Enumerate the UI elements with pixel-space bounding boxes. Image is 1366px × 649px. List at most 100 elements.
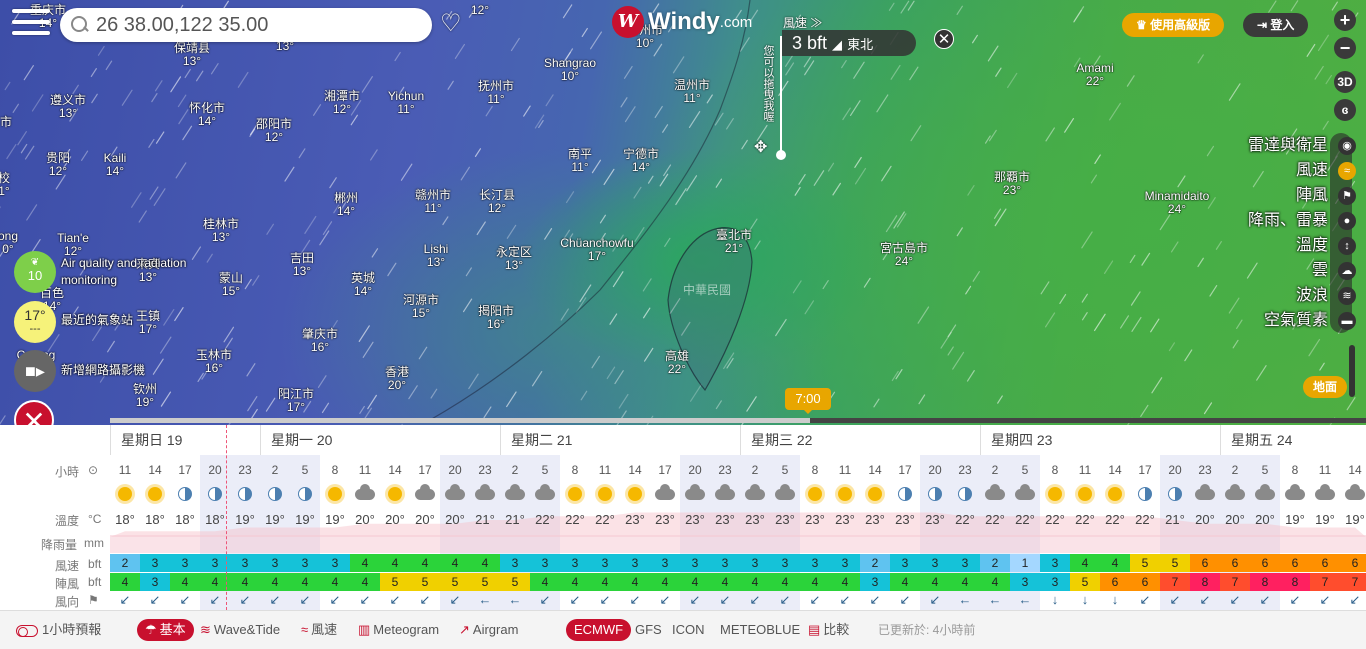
layer-item[interactable]: 陣風 ⚑ xyxy=(1226,183,1366,208)
layer-scrollbar[interactable] xyxy=(1349,345,1355,397)
city-label[interactable]: 12° xyxy=(471,4,489,17)
layer-item[interactable]: 波浪 ≋ xyxy=(1226,283,1366,308)
direction-cell: ← xyxy=(988,592,1002,607)
wind-cell: 4 xyxy=(350,554,380,572)
city-label[interactable]: 温州市 11° xyxy=(674,79,710,105)
city-label[interactable]: 英城 14° xyxy=(351,272,375,298)
city-label[interactable]: 揭阳市 16° xyxy=(478,305,514,331)
city-label[interactable]: 蒙山 15° xyxy=(219,272,243,298)
city-label[interactable]: 香港 20° xyxy=(385,366,409,392)
rain-unit[interactable]: mm xyxy=(84,536,104,550)
model-option[interactable]: ▤ 比較 xyxy=(808,619,849,641)
city-label[interactable]: 那覇市 23° xyxy=(994,171,1030,197)
city-label[interactable]: 长汀县 12° xyxy=(479,189,515,215)
city-label[interactable]: 桂林市 13° xyxy=(203,218,239,244)
gust-unit[interactable]: bft xyxy=(88,575,101,589)
temp-cell: 22° xyxy=(1015,512,1035,527)
layer-item[interactable]: 風速 ≈ xyxy=(1226,158,1366,183)
city-label[interactable]: 湘潭市 12° xyxy=(324,90,360,116)
city-label[interactable]: 王镇 17° xyxy=(136,310,160,336)
city-label[interactable]: Shangrao 10° xyxy=(544,57,596,83)
city-label[interactable]: Minamidaito 24° xyxy=(1145,190,1210,216)
menu-button[interactable] xyxy=(12,9,50,41)
layer-item[interactable]: 溫度 ↕ xyxy=(1226,233,1366,258)
city-label[interactable]: 钦州 19° xyxy=(133,383,157,409)
model-option[interactable]: ICON xyxy=(672,619,705,641)
city-label[interactable]: 郴州 14° xyxy=(334,192,358,218)
nearest-station-widget[interactable]: 17° --- xyxy=(14,301,56,343)
direction-cell: ↙ xyxy=(359,592,371,607)
city-label[interactable]: 赣州市 11° xyxy=(415,189,451,215)
zoom-out-button[interactable]: − xyxy=(1334,37,1356,59)
temp-unit[interactable]: °C xyxy=(88,512,101,526)
search-box[interactable] xyxy=(60,8,432,42)
forecast-tab[interactable]: ↗ Airgram xyxy=(459,619,518,641)
day-header[interactable]: 星期五 24 xyxy=(1220,425,1292,455)
hourly-forecast-toggle[interactable]: 1小時預報 xyxy=(16,619,101,641)
search-input[interactable] xyxy=(96,13,416,37)
city-label[interactable]: 贵阳 12° xyxy=(46,152,70,178)
day-header[interactable]: 星期三 22 xyxy=(740,425,812,455)
city-label[interactable]: 肇庆市 16° xyxy=(302,328,338,354)
timeline-time-badge[interactable]: 7:00 xyxy=(785,388,831,414)
city-label[interactable]: 保靖县 13° xyxy=(174,42,210,68)
zoom-in-button[interactable]: + xyxy=(1334,9,1356,31)
city-label[interactable]: 永定区 13° xyxy=(496,246,532,272)
favorite-heart-icon[interactable]: ♡ xyxy=(440,12,462,36)
model-option[interactable]: GFS xyxy=(635,619,662,641)
model-option[interactable]: METEOBLUE xyxy=(720,619,800,641)
day-header[interactable]: 星期一 20 xyxy=(260,425,332,455)
day-header[interactable]: 星期二 21 xyxy=(500,425,572,455)
city-label[interactable]: 市 xyxy=(0,116,12,129)
picker-close-button[interactable]: ✕ xyxy=(934,29,954,49)
air-quality-label[interactable]: Air quality and radiation monitoring xyxy=(61,255,186,289)
forecast-tab[interactable]: ≈ 風速 xyxy=(301,619,337,641)
picker-handle[interactable] xyxy=(776,150,786,160)
login-button[interactable]: ⇥ 登入 xyxy=(1243,13,1309,37)
altitude-ground-button[interactable]: 地面 xyxy=(1303,376,1348,398)
map[interactable]: 重庆市14°12°13°保靖县13°遵义市13°怀化市14°湘潭市12°Yich… xyxy=(0,0,1366,425)
city-label[interactable]: 邵阳市 12° xyxy=(256,118,292,144)
city-label[interactable]: 遵义市 13° xyxy=(50,94,86,120)
move-icon[interactable]: ✥ xyxy=(754,137,767,157)
city-label[interactable]: 吉田 13° xyxy=(290,252,314,278)
forecast-tab[interactable]: ≋ Wave&Tide xyxy=(200,619,280,641)
webcam-widget[interactable]: ■▸ xyxy=(14,350,56,392)
city-label[interactable]: Kaili 14° xyxy=(104,152,127,178)
model-option[interactable]: ECMWF xyxy=(566,619,632,641)
weather-cell xyxy=(1310,482,1340,506)
forecast-tab[interactable]: ▥ Meteogram xyxy=(358,619,439,641)
layer-item[interactable]: 降雨、雷暴 ● xyxy=(1226,208,1366,233)
city-label[interactable]: 宮古島市 24° xyxy=(880,242,928,268)
city-label[interactable]: 臺北市 21° xyxy=(716,229,752,255)
city-label[interactable]: Chüanchowfu 17° xyxy=(560,237,633,263)
city-label[interactable]: 南平 11° xyxy=(568,148,592,174)
wind-unit[interactable]: bft xyxy=(88,557,101,571)
air-quality-widget[interactable]: ❦ 10 xyxy=(14,251,56,293)
premium-button[interactable]: ♛ 使用高級版 xyxy=(1122,13,1225,37)
city-label[interactable]: 阳江市 17° xyxy=(278,388,314,414)
3d-button[interactable]: 3D xyxy=(1334,71,1356,93)
windy-logo-mark-icon: W xyxy=(612,6,644,38)
layer-item[interactable]: 雷達與衛星 ◉ xyxy=(1226,133,1366,158)
city-label[interactable]: 怀化市 14° xyxy=(189,102,225,128)
city-label[interactable]: 宁德市 14° xyxy=(623,148,659,174)
nearest-station-label[interactable]: 最近的氣象站 xyxy=(61,312,133,329)
city-label[interactable]: Lishi 13° xyxy=(424,243,449,269)
timeline[interactable] xyxy=(0,416,1366,425)
day-header[interactable]: 星期日 19 xyxy=(110,425,182,455)
city-label[interactable]: ong 0° xyxy=(0,230,18,256)
city-label[interactable]: 河源市 15° xyxy=(403,294,439,320)
city-label[interactable]: 玉林市 16° xyxy=(196,349,232,375)
city-label[interactable]: Yichun 11° xyxy=(388,90,424,116)
add-webcam-label[interactable]: 新增網路攝影機 xyxy=(61,362,145,379)
city-label[interactable]: 抚州市 11° xyxy=(478,80,514,106)
layer-item[interactable]: 空氣質素 ▬ xyxy=(1226,308,1366,333)
city-label[interactable]: Amami 22° xyxy=(1076,62,1113,88)
city-label[interactable]: 高雄 22° xyxy=(665,350,689,376)
city-label[interactable]: 校 1° xyxy=(0,172,10,198)
forecast-tab[interactable]: ☂ 基本 xyxy=(137,619,194,641)
layer-item[interactable]: 雲 ☁ xyxy=(1226,258,1366,283)
hurricane-icon[interactable]: ɞ xyxy=(1334,99,1356,121)
day-header[interactable]: 星期四 23 xyxy=(980,425,1052,455)
